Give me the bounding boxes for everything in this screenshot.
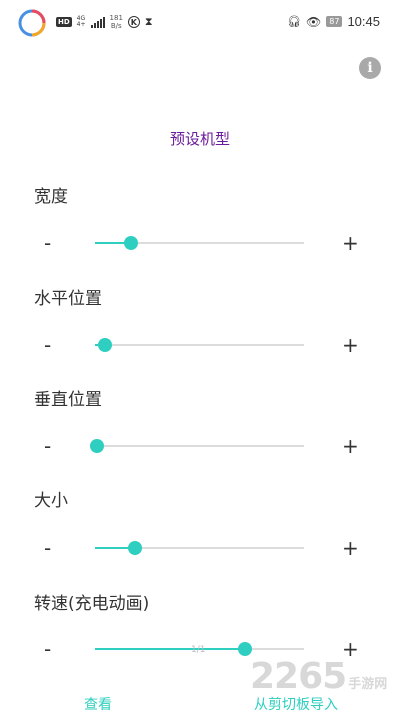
import-from-clipboard-button[interactable]: 从剪切板导入 [254,694,338,714]
rotation-speed-decrease-button[interactable]: - [44,634,51,664]
horizontal-position-increase-button[interactable]: + [342,330,359,360]
hourglass-icon: ⧗ [144,15,153,28]
size-slider-track[interactable] [95,541,304,555]
watermark-number: 2265 [250,656,347,697]
vertical-position-slider-thumb[interactable] [90,439,105,453]
battery-icon: 87 [326,16,343,27]
app-ring-icon [18,9,46,37]
horizontal-position-label: 水平位置 [34,289,102,309]
width-slider-thumb[interactable] [123,236,138,250]
vertical-position-increase-button[interactable]: + [342,431,359,461]
signal-icon [90,16,105,28]
width-slider-track[interactable] [95,236,304,250]
horizontal-position-slider-row: - + [0,330,400,360]
vertical-position-decrease-button[interactable]: - [44,431,51,461]
network-speed: 181 B/s [109,14,123,30]
status-bar: HD 4G 4+ 181 B/s K ⧗ 🎧︎ 👁︎ 87 10:45 [0,0,400,46]
network-type: 4G 4+ [76,15,86,28]
width-decrease-button[interactable]: - [44,228,51,258]
vertical-position-slider-track[interactable] [90,439,304,453]
preset-models-link[interactable]: 预设机型 [0,128,400,149]
eye-icon: 👁︎ [306,14,322,29]
size-increase-button[interactable]: + [342,533,359,563]
rotation-speed-label: 转速(充电动画) [34,594,150,614]
width-label: 宽度 [34,187,68,207]
vertical-position-label: 垂直位置 [34,390,102,410]
horizontal-position-slider-track[interactable] [95,338,304,352]
info-icon[interactable]: i [359,57,381,79]
page-indicator: 1/1 [191,645,206,655]
horizontal-position-slider-thumb[interactable] [98,338,113,352]
watermark-text: 手游网 [348,677,388,692]
width-increase-button[interactable]: + [342,228,359,258]
size-decrease-button[interactable]: - [44,533,51,563]
width-slider-row: - + [0,228,400,258]
vertical-position-slider-row: - + [0,431,400,461]
size-label: 大小 [34,491,68,511]
clock: 10:45 [347,14,380,29]
rotation-speed-slider-fill [95,648,246,650]
size-slider-row: - + [0,533,400,563]
status-left-group: HD 4G 4+ 181 B/s K ⧗ [56,14,153,30]
horizontal-position-decrease-button[interactable]: - [44,330,51,360]
status-right-group: 🎧︎ 👁︎ 87 10:45 [287,14,380,29]
headphone-icon: 🎧︎ [287,15,302,28]
hd-badge: HD [56,17,72,27]
rotation-speed-slider-thumb[interactable] [238,642,253,656]
size-slider-thumb[interactable] [127,541,142,555]
view-button[interactable]: 查看 [84,694,112,714]
k-badge-icon: K [127,16,140,28]
watermark-logo: 2265 手游网 [250,656,387,697]
